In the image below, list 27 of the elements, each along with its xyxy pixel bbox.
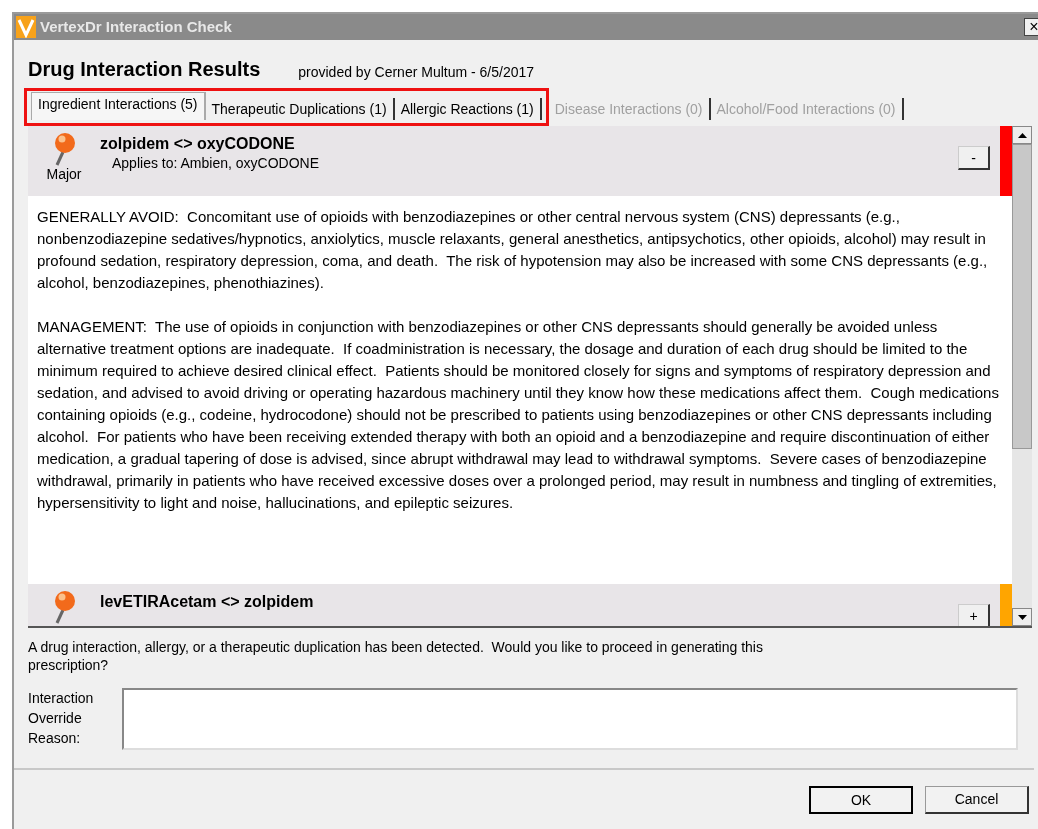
tab[interactable]: Ingredient Interactions (5) [31, 92, 206, 120]
override-label: Interaction Override Reason: [28, 689, 95, 748]
interaction-description: MANAGEMENT: The use of opioids in conjunction with benzodiazepines or other CNS depressants should generally be avoided unless alternative treatment options are inadequate. If coadministration is necessary, the dosage and duration of each drug should be limited to the minimum required to achieve desired clinical effect. Patients should be monitored closely for signs and symptoms of respiratory depression and sedation, and advised to avoid driving or operating hazardous machinery until they know how these medications affect them. Cough medications containing opioids (e.g., codeine, hydrocodone) should not be prescribed to patients using benzodiazepines or other CNS depressants including alcohol. For patients who have been receiving extended therapy with both an opioid and a benzodiazepine and require discontinuation of either medication, a gradual tapering of dose is advised, since abrupt withdrawal may lead to withdrawal symptoms. Severe cases of benzodiazepine withdrawal, primarily in patients who have received excessive doses over a prolonged period, may result in numbness and tingling of extremities, hypersensitivity to light and noise, hallucinations, and epileptic seizures. [37, 317, 1000, 513]
down-arrow-icon [1017, 614, 1027, 620]
expand-button[interactable]: + [958, 604, 990, 626]
scroll-thumb[interactable] [1012, 144, 1032, 449]
interaction-title: zolpidem <> oxyCODONE [100, 134, 296, 154]
interaction-description: GENERALLY AVOID: Concomitant use of opioids with benzodiazepines or other central nervous system (CNS) depressants (e.g., nonbenzodiazepine sedatives/hypnotics, anxiolytics, muscle relaxants, general anesthetics, antipsychotics, other opioids, alcohol) may result in profound sedation, respiratory depression, coma, and death. The risk of hypotension may also be increased with some CNS depressants (e.g., alcohol, benzodiazepines, phenothiazines). [37, 207, 989, 293]
tab[interactable]: Allergic Reactions (1) [394, 98, 542, 120]
dialog-heading: Drug Interaction Results [28, 57, 261, 82]
dialog-button[interactable]: OK [809, 786, 913, 814]
scroll-up-button[interactable] [1012, 126, 1032, 144]
provider-text: provided by Cerner Multum - 6/5/2017 [298, 63, 535, 82]
scrollbar[interactable] [1012, 126, 1032, 626]
app-logo-icon [16, 16, 36, 38]
window-title: VertexDr Interaction Check [40, 16, 232, 37]
scroll-down-button[interactable] [1012, 608, 1032, 626]
dialog-button[interactable]: Cancel [925, 786, 1029, 814]
prompt-text: A drug interaction, allergy, or a therapeutic duplication has been detected. Would you like to proceed in generating this prescription? [28, 638, 764, 674]
up-arrow-icon [1017, 132, 1027, 138]
tab[interactable]: Therapeutic Duplications (1) [205, 98, 395, 120]
interaction-title: levETIRAcetam <> zolpidem [100, 592, 314, 612]
close-button[interactable]: × [1024, 18, 1038, 36]
severity-label: Major [46, 166, 82, 182]
override-reason-field[interactable] [122, 688, 1018, 750]
collapse-button[interactable]: - [958, 146, 990, 170]
applies-to-text: Applies to: Ambien, oxyCODONE [112, 154, 319, 172]
